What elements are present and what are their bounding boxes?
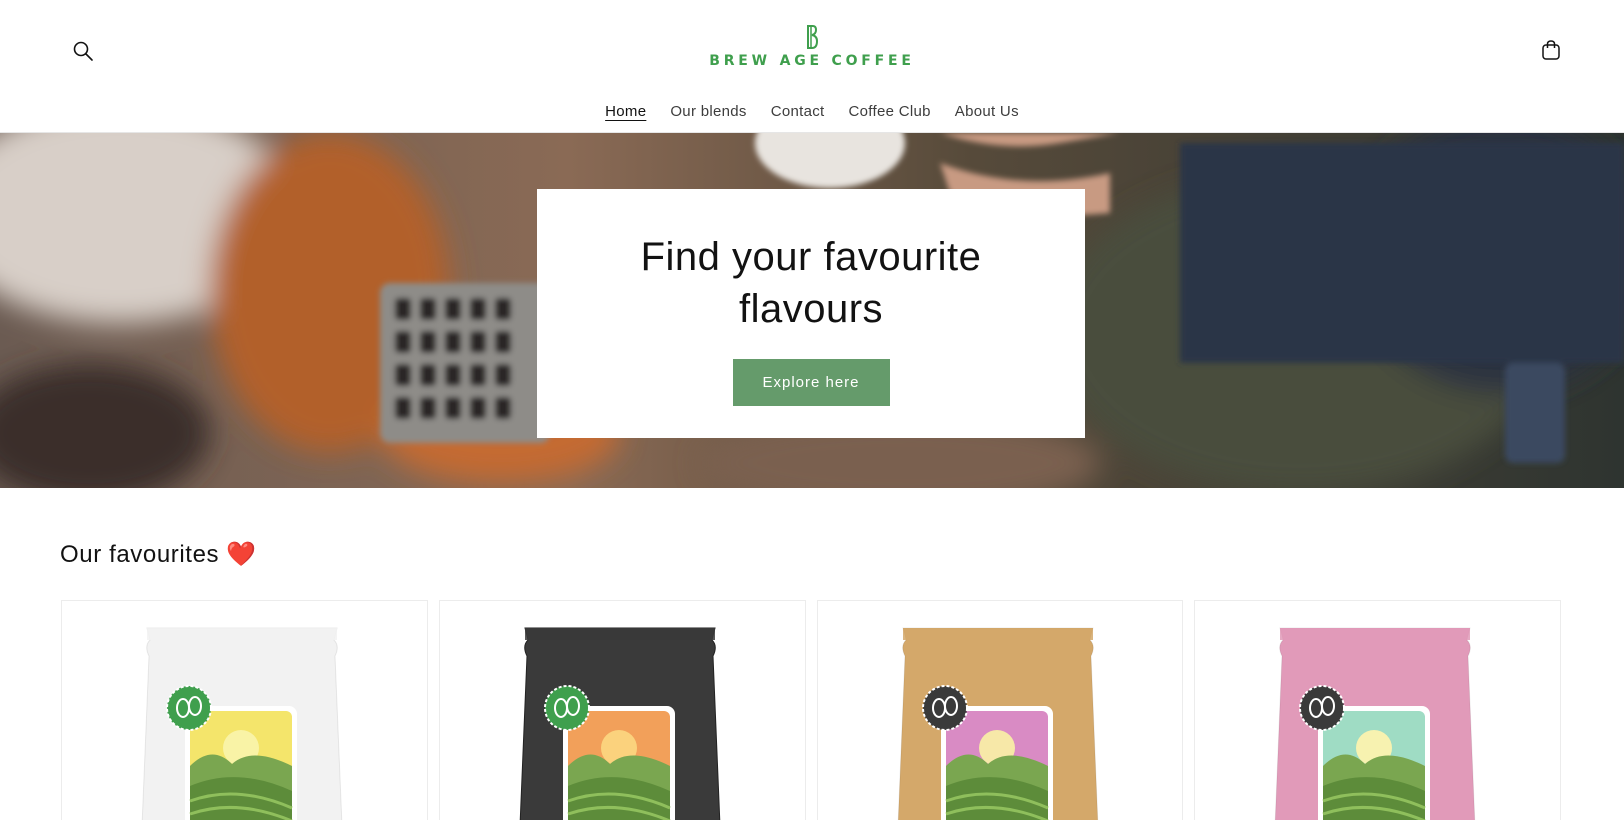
coffee-bag-image — [519, 627, 721, 820]
nav-item-coffee-club[interactable]: Coffee Club — [837, 102, 943, 122]
cart-icon — [1542, 40, 1560, 60]
hero-card: Find your favourite flavours Explore her… — [537, 189, 1085, 438]
coffee-bag-image — [1274, 627, 1476, 820]
product-card[interactable] — [61, 600, 428, 820]
favourites-title: Our favourites ❤️ — [60, 540, 257, 569]
coffee-bag-image — [897, 627, 1098, 820]
hero-title: Find your favourite flavours — [640, 235, 982, 331]
favourites-title-text: Our favourites — [60, 541, 220, 568]
hero-banner: Find your favourite flavours Explore her… — [0, 133, 1624, 488]
explore-button[interactable]: Explore here — [732, 359, 890, 406]
heart-icon: ❤️ — [226, 540, 257, 568]
nav-item-home[interactable]: Home — [593, 102, 658, 122]
logo-mark — [806, 24, 818, 50]
brand-logo[interactable]: BREW AGE COFFEE — [0, 24, 1624, 69]
main-nav: Home Our blends Contact Coffee Club Abou… — [0, 102, 1624, 122]
cart-button[interactable] — [1535, 34, 1567, 66]
nav-item-contact[interactable]: Contact — [759, 102, 837, 122]
site-header: BREW AGE COFFEE Home Our blends Contact … — [0, 0, 1624, 133]
product-card[interactable] — [1194, 600, 1561, 820]
coffee-bag-image — [141, 627, 343, 820]
product-grid — [61, 600, 1561, 820]
nav-item-our-blends[interactable]: Our blends — [658, 102, 758, 122]
nav-item-about-us[interactable]: About Us — [943, 102, 1031, 122]
logo-text: BREW AGE COFFEE — [709, 53, 915, 69]
product-card[interactable] — [438, 600, 806, 820]
product-card[interactable] — [816, 600, 1184, 820]
